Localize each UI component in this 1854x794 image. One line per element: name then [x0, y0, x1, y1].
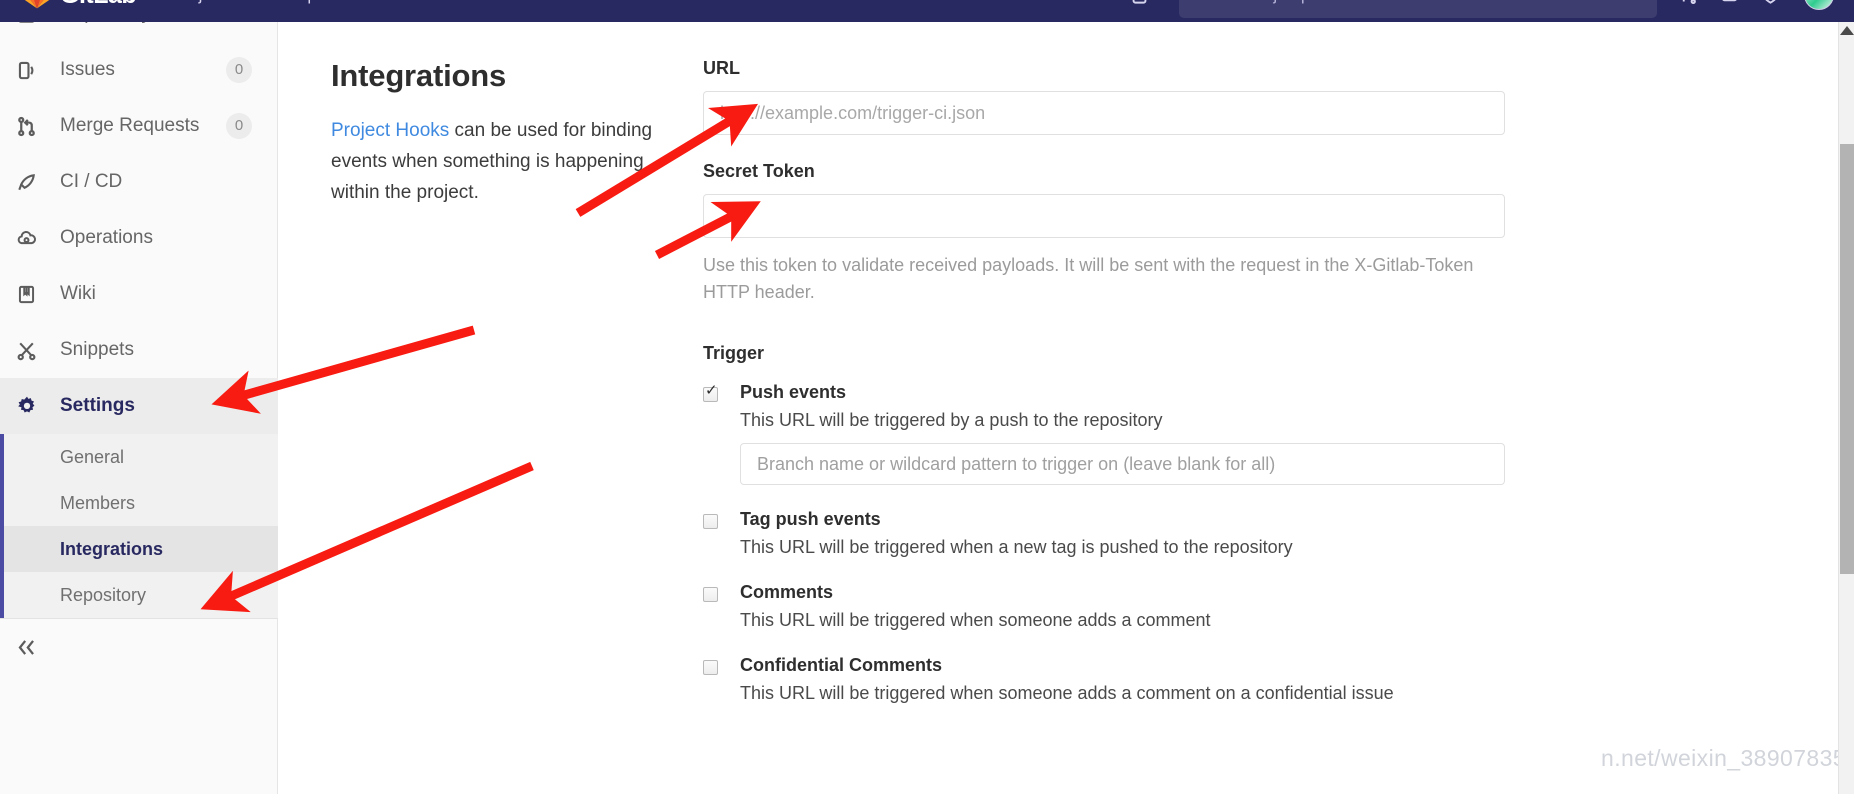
plus-icon[interactable]: [440, 0, 458, 7]
project-hooks-link[interactable]: Project Hooks: [331, 120, 449, 141]
search-placeholder: Search or jump to...: [1195, 0, 1343, 5]
nav-link-more[interactable]: More: [361, 0, 400, 5]
gitlab-tanuki-icon: [22, 0, 52, 10]
csdn-watermark: n.net/weixin_38907835: [1601, 745, 1846, 771]
confidential-comments-checkbox[interactable]: [703, 660, 718, 676]
comments-description: This URL will be triggered when someone …: [740, 610, 1211, 631]
sidebar-item-settings[interactable]: Settings: [0, 378, 278, 434]
sidebar-item-members[interactable]: Members: [0, 480, 278, 526]
sidebar-label: Wiki: [60, 283, 96, 304]
sidebar-item-integrations[interactable]: Integrations: [0, 526, 278, 572]
user-avatar[interactable]: [1804, 0, 1834, 10]
main-content: Integrations Project Hooks can be used f…: [279, 22, 1854, 794]
webhook-form: URL Secret Token Use this token to valid…: [703, 58, 1505, 726]
trigger-push-events[interactable]: Push events This URL will be triggered b…: [703, 382, 1505, 486]
trigger-comments[interactable]: Comments This URL will be triggered when…: [703, 582, 1505, 631]
sidebar-item-operations[interactable]: Operations: [0, 210, 278, 266]
integrations-intro-column: Integrations Project Hooks can be used f…: [331, 58, 703, 726]
help-icon[interactable]: [1761, 0, 1780, 5]
issues-icon[interactable]: [1130, 0, 1149, 5]
push-events-description: This URL will be triggered by a push to …: [740, 410, 1163, 431]
sidebar-label: Operations: [60, 227, 153, 248]
scroll-up-arrow-icon[interactable]: [1839, 26, 1854, 35]
scrollbar-thumb[interactable]: [1840, 144, 1854, 574]
sidebar-sublabel: Members: [60, 492, 136, 513]
sidebar-badge-issues: 0: [226, 57, 252, 83]
sidebar-item-merge-requests[interactable]: Merge Requests 0: [0, 98, 278, 154]
push-events-checkbox[interactable]: [703, 383, 718, 403]
secret-token-label: Secret Token: [703, 161, 815, 181]
url-label: URL: [703, 58, 740, 78]
sidebar-badge-merge-requests: 0: [226, 113, 252, 139]
todos-icon[interactable]: [1720, 0, 1739, 5]
comments-checkbox[interactable]: [703, 587, 718, 603]
rocket-icon: [16, 172, 46, 193]
sidebar-item-collapse[interactable]: [0, 619, 278, 675]
sidebar-sublabel: General: [60, 446, 125, 467]
sidebar-item-issues[interactable]: Issues 0: [0, 42, 278, 98]
project-sidebar: Repository Issues 0: [0, 3, 278, 794]
sidebar-scroll-content: Repository Issues 0: [0, 0, 278, 675]
trigger-confidential-comments[interactable]: Confidential Comments This URL will be t…: [703, 655, 1505, 704]
collapse-icon: [16, 637, 46, 658]
scissors-icon: [16, 340, 46, 361]
sidebar-label: CI / CD: [60, 171, 123, 192]
trigger-section-title: Trigger: [703, 343, 765, 364]
tag-push-events-description: This URL will be triggered when a new ta…: [740, 537, 1293, 558]
push-events-branch-input[interactable]: [740, 443, 1505, 486]
sidebar-item-settings-repository[interactable]: Repository: [0, 572, 278, 618]
sidebar-item-general[interactable]: General: [0, 434, 278, 480]
nav-link-projects[interactable]: Projects: [172, 0, 233, 5]
sidebar-label: Settings: [60, 395, 135, 416]
merge-requests-icon[interactable]: [1679, 0, 1698, 5]
page-title: Integrations: [331, 58, 507, 93]
url-input[interactable]: [703, 91, 1505, 135]
book-icon: [16, 284, 46, 305]
gear-icon: [16, 395, 46, 417]
sidebar-item-wiki[interactable]: Wiki: [0, 266, 278, 322]
confidential-comments-description: This URL will be triggered when someone …: [740, 683, 1394, 704]
search-icon: [1624, 0, 1641, 6]
sidebar-sublabel: Repository: [60, 584, 147, 605]
sidebar-label: Snippets: [60, 339, 134, 360]
merge-requests-icon: [16, 116, 46, 137]
sidebar-scrollbar[interactable]: [1838, 22, 1854, 794]
cloud-gear-icon: [16, 228, 46, 249]
sidebar-label: Merge Requests: [60, 115, 200, 136]
sidebar-label: Issues: [60, 59, 115, 80]
sidebar-sublabel: Integrations: [60, 538, 164, 559]
tag-push-events-checkbox[interactable]: [703, 514, 718, 530]
page-description: Project Hooks can be used for binding ev…: [331, 116, 657, 208]
nav-link-groups[interactable]: Groups: [270, 0, 326, 5]
comments-title: Comments: [740, 582, 834, 603]
issues-icon: [16, 60, 46, 81]
sidebar-item-snippets[interactable]: Snippets: [0, 322, 278, 378]
top-navbar: GitLab Projects Groups More Search or ju…: [0, 0, 1854, 22]
trigger-tag-push-events[interactable]: Tag push events This URL will be trigger…: [703, 509, 1505, 558]
sidebar-section-settings: Settings General Members Integrations Re…: [0, 378, 278, 618]
app-root: GitLab Projects Groups More Search or ju…: [0, 0, 1854, 794]
gitlab-wordmark: GitLab: [60, 0, 137, 10]
sidebar-item-ci-cd[interactable]: CI / CD: [0, 154, 278, 210]
secret-token-help-text: Use this token to validate received payl…: [703, 255, 1474, 302]
secret-token-input[interactable]: [703, 194, 1505, 238]
push-events-title: Push events: [740, 382, 847, 403]
gitlab-logo[interactable]: GitLab: [22, 0, 137, 10]
tag-push-events-title: Tag push events: [740, 509, 881, 530]
search-input[interactable]: Search or jump to...: [1179, 0, 1657, 18]
confidential-comments-title: Confidential Comments: [740, 655, 943, 676]
